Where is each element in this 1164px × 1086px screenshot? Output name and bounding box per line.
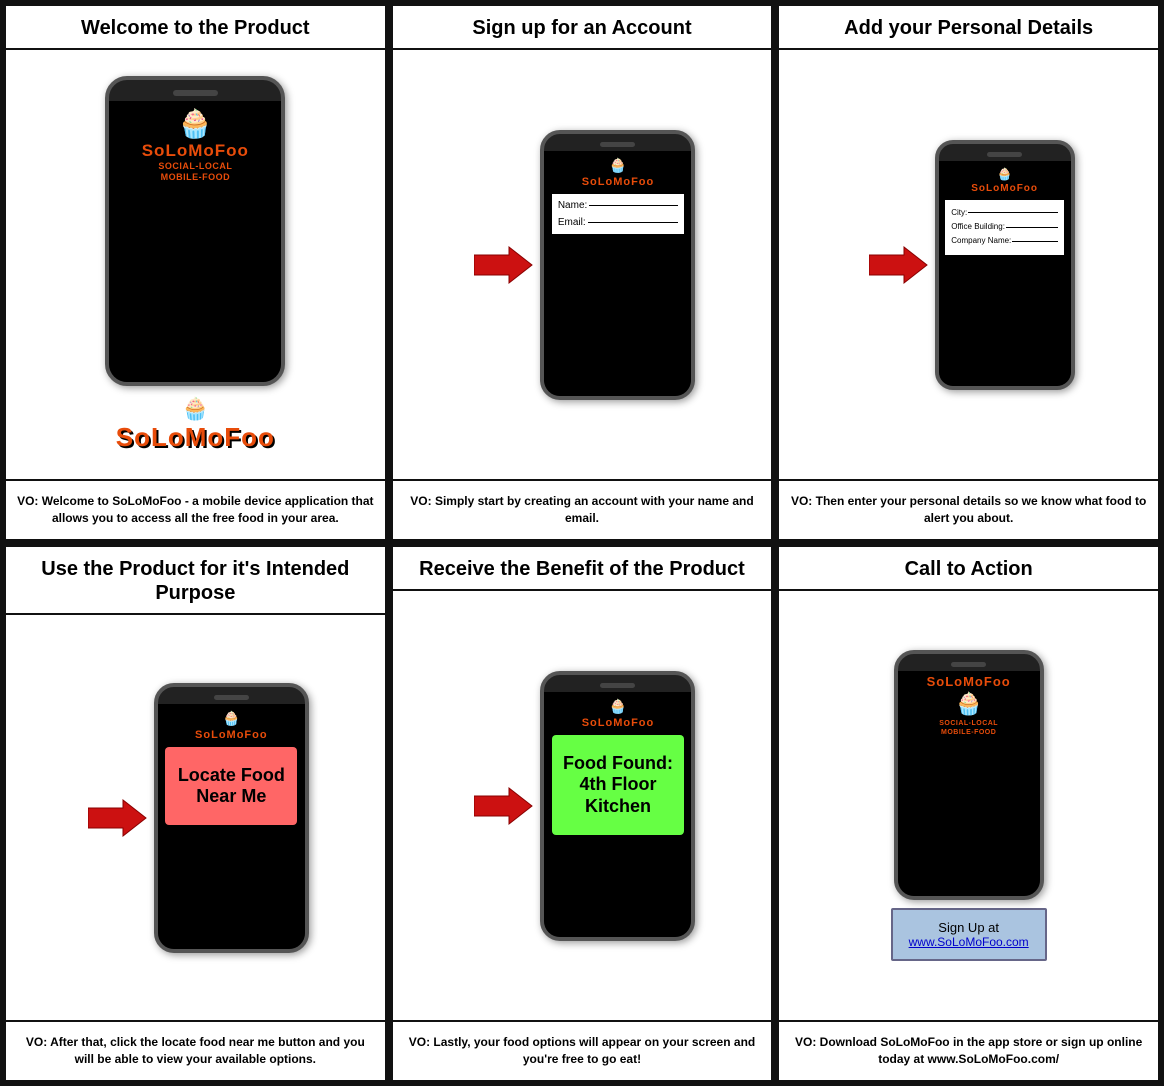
- cell4-row: 🧁 SoLoMoFoo Locate Food Near Me: [16, 625, 375, 1010]
- cell3-row: 🧁 SoLoMoFoo City: Office Building:: [789, 60, 1148, 469]
- cell5-header: Receive the Benefit of the Product: [393, 547, 772, 591]
- phone-welcome: 🧁 SoLoMoFoo SOCIAL-LOCAL MOBILE-FOOD: [105, 76, 285, 386]
- logo-text-5: SoLoMoFoo: [582, 717, 655, 729]
- phone-speaker-5: [600, 683, 635, 688]
- phone-speaker-3: [987, 152, 1022, 157]
- big-logo-text: SoLoMoFoo: [116, 422, 275, 453]
- cell1-footer: VO: Welcome to SoLoMoFoo - a mobile devi…: [6, 479, 385, 539]
- cell3-footer: VO: Then enter your personal details so …: [779, 479, 1158, 539]
- phone-speaker-2: [600, 142, 635, 147]
- arrow-3: [869, 245, 929, 285]
- phone-details: 🧁 SoLoMoFoo City: Office Building:: [935, 140, 1075, 390]
- logo-text-1: SoLoMoFoo: [142, 142, 249, 161]
- logo-subtitle-6a: SOCIAL-LOCAL: [939, 719, 998, 728]
- phone-speaker-4: [214, 695, 249, 700]
- phone-speaker-1: [173, 90, 218, 96]
- cell5-body: 🧁 SoLoMoFoo Food Found: 4th Floor Kitche…: [393, 591, 772, 1020]
- name-field-row: Name:: [558, 200, 678, 211]
- email-label: Email:: [558, 217, 586, 228]
- arrow-2: [474, 245, 534, 285]
- cell-details: Add your Personal Details 🧁 SoLoMoFoo: [777, 4, 1160, 541]
- company-field-row: Company Name:: [951, 234, 1058, 248]
- logo-subtitle-6b: MOBILE-FOOD: [941, 728, 996, 737]
- cell-welcome: Welcome to the Product 🧁 SoLoMoFoo SOCIA…: [4, 4, 387, 541]
- cell3-header: Add your Personal Details: [779, 6, 1158, 50]
- logo-text-6: SoLoMoFoo: [927, 675, 1011, 689]
- cell4-footer: VO: After that, click the locate food ne…: [6, 1020, 385, 1080]
- cell-use: Use the Product for it's Intended Purpos…: [4, 545, 387, 1082]
- email-underline: [588, 222, 679, 223]
- phone-use: 🧁 SoLoMoFoo Locate Food Near Me: [154, 683, 309, 953]
- signup-form: Name: Email:: [552, 194, 684, 234]
- company-label: Company Name:: [951, 234, 1011, 248]
- screen-logo-2: 🧁 SoLoMoFoo: [544, 151, 691, 190]
- phone-signup: 🧁 SoLoMoFoo Name: Email:: [540, 130, 695, 400]
- cell2-footer: VO: Simply start by creating an account …: [393, 479, 772, 539]
- office-underline: [1006, 227, 1058, 228]
- locate-button[interactable]: Locate Food Near Me: [165, 747, 297, 825]
- cell4-header: Use the Product for it's Intended Purpos…: [6, 547, 385, 615]
- cta-link[interactable]: www.SoLoMoFoo.com: [909, 935, 1029, 949]
- screen-logo-4: 🧁 SoLoMoFoo: [158, 704, 305, 743]
- cell-cta: Call to Action SoLoMoFoo 🧁 SOCIAL-LOCAL …: [777, 545, 1160, 1082]
- arrow-5: [474, 786, 534, 826]
- cell3-body: 🧁 SoLoMoFoo City: Office Building:: [779, 50, 1158, 479]
- cell-benefit: Receive the Benefit of the Product 🧁 SoL…: [391, 545, 774, 1082]
- phone-speaker-6: [951, 662, 986, 667]
- cell-signup: Sign up for an Account 🧁 SoLoMoFoo: [391, 4, 774, 541]
- cell6-body: SoLoMoFoo 🧁 SOCIAL-LOCAL MOBILE-FOOD Sig…: [779, 591, 1158, 1020]
- screen-logo-5: 🧁 SoLoMoFoo: [544, 692, 691, 731]
- screen-logo-3: 🧁 SoLoMoFoo: [939, 161, 1071, 196]
- screen-logo-1: 🧁 SoLoMoFoo SOCIAL-LOCAL MOBILE-FOOD: [109, 101, 281, 186]
- office-field-row: Office Building:: [951, 220, 1058, 234]
- logo-subtitle-1b: MOBILE-FOOD: [161, 172, 231, 184]
- cell4-body: 🧁 SoLoMoFoo Locate Food Near Me: [6, 615, 385, 1020]
- arrow-4: [88, 798, 148, 838]
- cupcake-icon-1: 🧁: [178, 107, 213, 140]
- cell6-footer: VO: Download SoLoMoFoo in the app store …: [779, 1020, 1158, 1080]
- logo-text-4: SoLoMoFoo: [195, 729, 268, 741]
- details-form: City: Office Building: Company Name:: [945, 200, 1064, 255]
- cupcake-icon-5: 🧁: [609, 698, 626, 715]
- cupcake-big: 🧁: [182, 396, 209, 422]
- phone-screen-3: 🧁 SoLoMoFoo City: Office Building:: [939, 161, 1071, 386]
- phone-screen-6: SoLoMoFoo 🧁 SOCIAL-LOCAL MOBILE-FOOD: [898, 671, 1040, 896]
- phone-cta: SoLoMoFoo 🧁 SOCIAL-LOCAL MOBILE-FOOD: [894, 650, 1044, 900]
- screen-logo-6: SoLoMoFoo 🧁 SOCIAL-LOCAL MOBILE-FOOD: [898, 671, 1040, 741]
- cupcake-icon-6: 🧁: [955, 691, 982, 717]
- phone-screen-5: 🧁 SoLoMoFoo Food Found: 4th Floor Kitche…: [544, 692, 691, 937]
- cta-signup-box[interactable]: Sign Up at www.SoLoMoFoo.com: [891, 908, 1047, 961]
- city-label: City:: [951, 206, 967, 220]
- logo-text-2: SoLoMoFoo: [582, 176, 655, 188]
- cell2-header: Sign up for an Account: [393, 6, 772, 50]
- name-underline: [589, 205, 678, 206]
- cell1-body: 🧁 SoLoMoFoo SOCIAL-LOCAL MOBILE-FOOD 🧁 S…: [6, 50, 385, 479]
- phone-screen-1: 🧁 SoLoMoFoo SOCIAL-LOCAL MOBILE-FOOD: [109, 101, 281, 382]
- cell5-footer: VO: Lastly, your food options will appea…: [393, 1020, 772, 1080]
- cell6-header: Call to Action: [779, 547, 1158, 591]
- cell2-body: 🧁 SoLoMoFoo Name: Email:: [393, 50, 772, 479]
- cell2-row: 🧁 SoLoMoFoo Name: Email:: [403, 60, 762, 469]
- name-label: Name:: [558, 200, 587, 211]
- company-underline: [1012, 241, 1058, 242]
- logo-text-3: SoLoMoFoo: [971, 183, 1038, 194]
- cupcake-icon-4: 🧁: [223, 710, 240, 727]
- cta-line1: Sign Up at: [909, 920, 1029, 935]
- cupcake-icon-3: 🧁: [997, 167, 1012, 181]
- city-field-row: City:: [951, 206, 1058, 220]
- phone-screen-2: 🧁 SoLoMoFoo Name: Email:: [544, 151, 691, 396]
- cell1-header: Welcome to the Product: [6, 6, 385, 50]
- email-field-row: Email:: [558, 217, 678, 228]
- office-label: Office Building:: [951, 220, 1005, 234]
- phone-screen-4: 🧁 SoLoMoFoo Locate Food Near Me: [158, 704, 305, 949]
- cell5-row: 🧁 SoLoMoFoo Food Found: 4th Floor Kitche…: [403, 601, 762, 1010]
- city-underline: [968, 212, 1058, 213]
- logo-subtitle-1a: SOCIAL-LOCAL: [158, 161, 232, 173]
- food-found-display: Food Found: 4th Floor Kitchen: [552, 735, 684, 836]
- phone-benefit: 🧁 SoLoMoFoo Food Found: 4th Floor Kitche…: [540, 671, 695, 941]
- cupcake-icon-2: 🧁: [609, 157, 626, 174]
- big-logo-area: 🧁 SoLoMoFoo: [116, 396, 275, 453]
- main-grid: Welcome to the Product 🧁 SoLoMoFoo SOCIA…: [0, 0, 1164, 1086]
